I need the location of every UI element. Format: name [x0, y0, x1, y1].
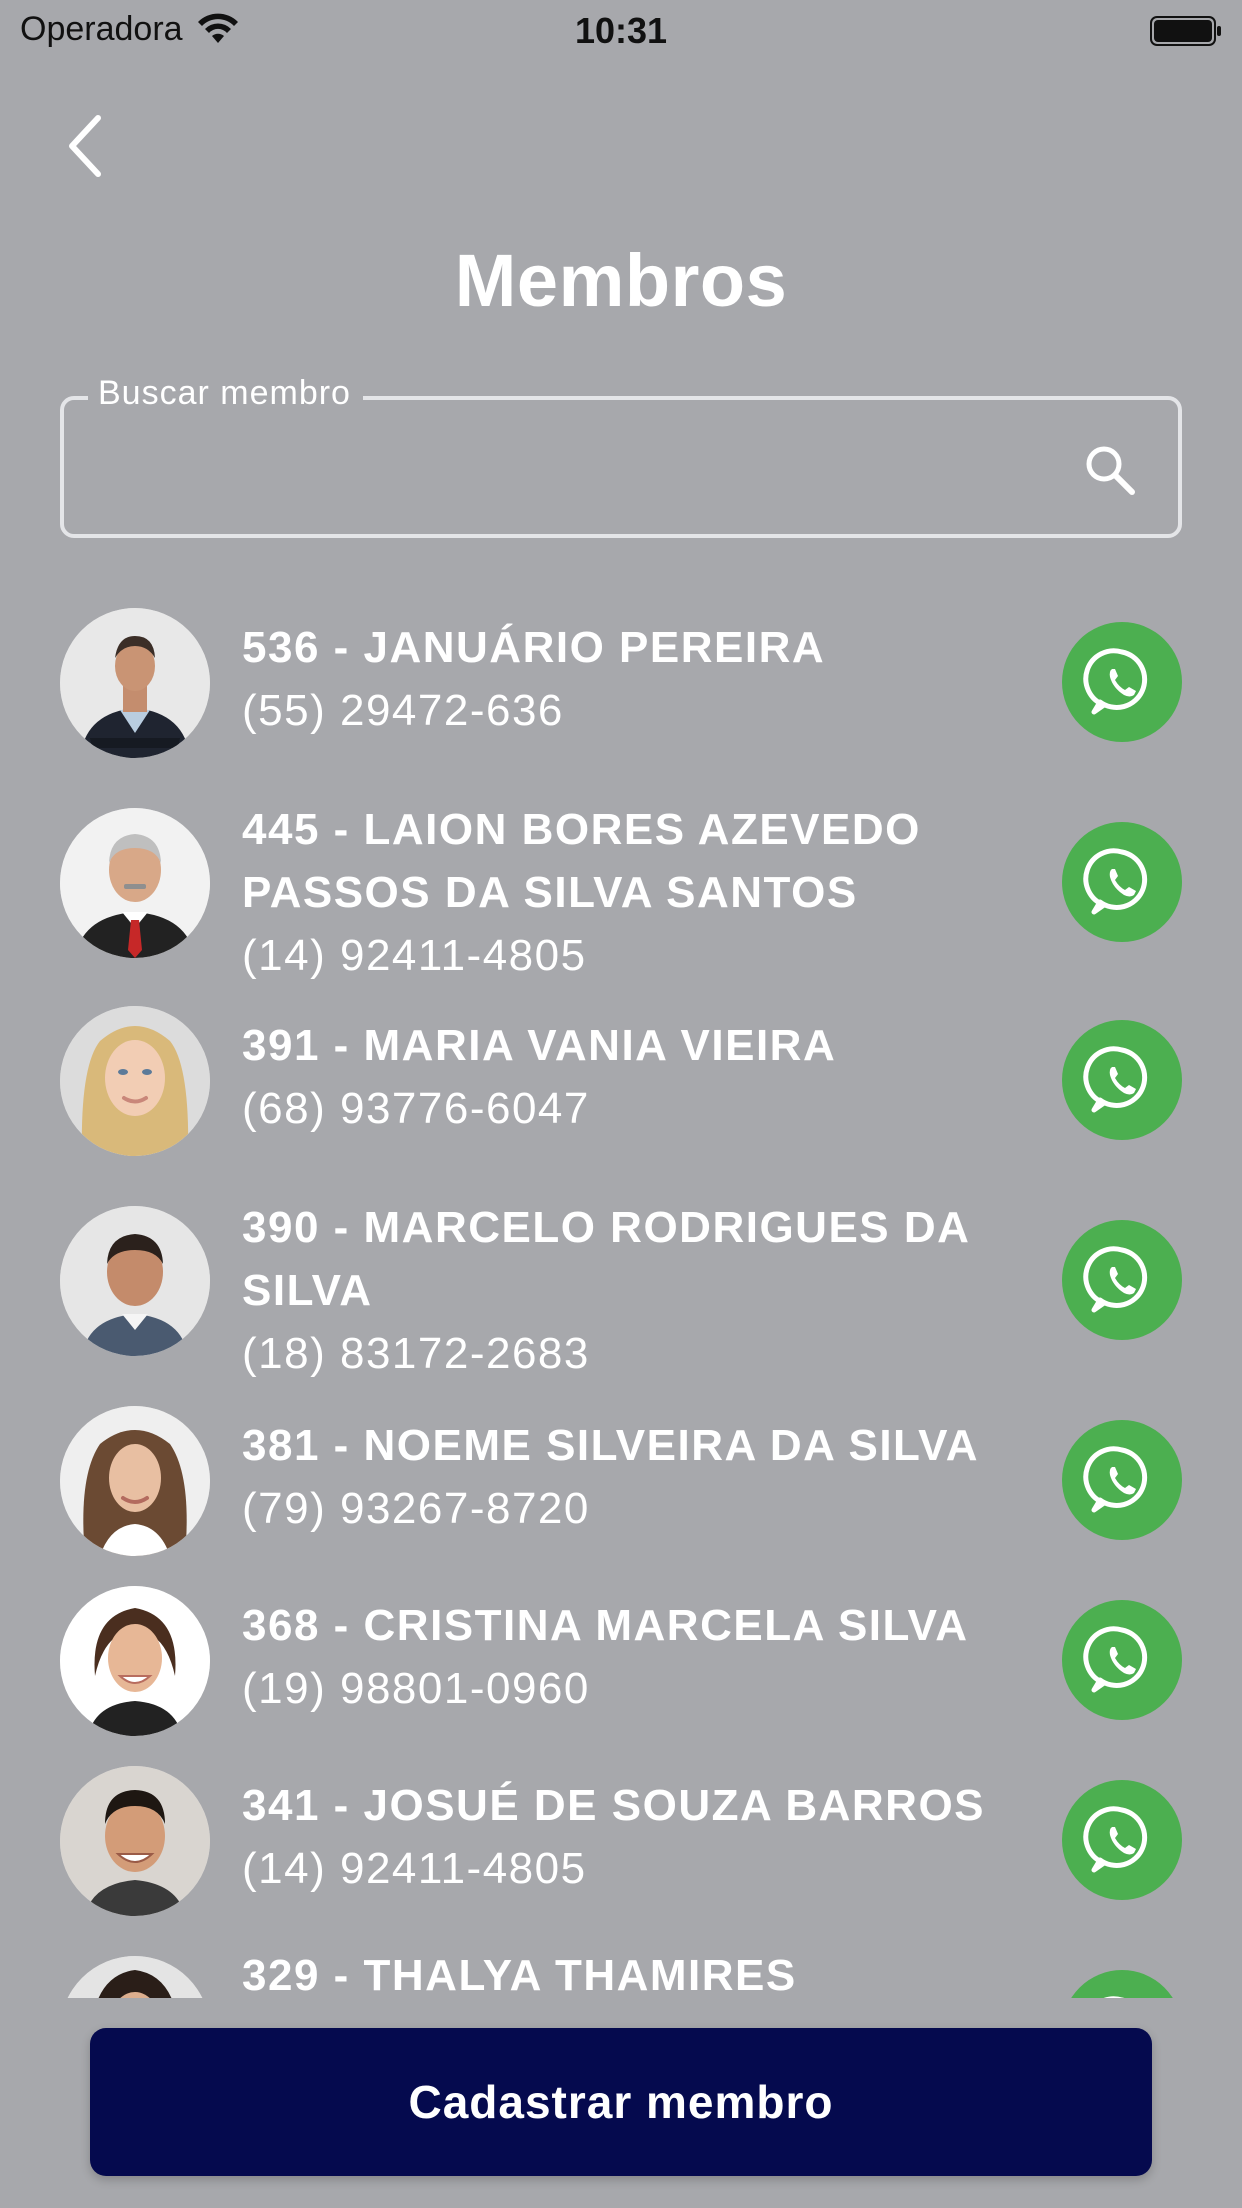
member-photo — [60, 1206, 210, 1356]
member-name: 445 - LAION BORES AZEVEDO PASSOS DA SILV… — [242, 805, 921, 917]
whatsapp-button[interactable] — [1062, 1970, 1182, 1998]
member-info: 390 - MARCELO RODRIGUES DA SILVA (18) 83… — [242, 1196, 1022, 1385]
member-name: 381 - NOEME SILVEIRA DA SILVA — [242, 1421, 980, 1470]
battery-icon — [1150, 16, 1221, 46]
member-photo — [60, 1956, 210, 1998]
avatar — [60, 808, 210, 958]
whatsapp-button[interactable] — [1062, 1220, 1182, 1340]
search-icon[interactable] — [1082, 442, 1138, 498]
member-photo — [60, 1766, 210, 1916]
member-info: 381 - NOEME SILVEIRA DA SILVA (79) 93267… — [242, 1414, 1022, 1540]
status-bar: Operadora 10:31 — [0, 0, 1242, 62]
members-screen: Operadora 10:31 Membros Buscar membro 53… — [0, 0, 1242, 2208]
whatsapp-icon — [1083, 1626, 1148, 1693]
member-name: 329 - THALYA THAMIRES — [242, 1951, 797, 1998]
whatsapp-button[interactable] — [1062, 1600, 1182, 1720]
member-info: 536 - JANUÁRIO PEREIRA (55) 29472-636 — [242, 616, 1022, 742]
member-phone: (79) 93267-8720 — [242, 1484, 590, 1533]
member-name: 341 - JOSUÉ DE SOUZA BARROS — [242, 1781, 986, 1830]
avatar — [60, 1006, 210, 1156]
whatsapp-icon — [1103, 1996, 1125, 1998]
search-input[interactable] — [94, 440, 1074, 500]
avatar — [60, 1956, 210, 1998]
whatsapp-icon — [1083, 1446, 1148, 1513]
avatar — [60, 1766, 210, 1916]
member-photo — [60, 608, 210, 758]
whatsapp-icon — [1083, 648, 1148, 715]
member-phone: (14) 92411-4805 — [242, 931, 587, 980]
whatsapp-button[interactable] — [1062, 822, 1182, 942]
member-phone: (18) 83172-2683 — [242, 1329, 590, 1378]
member-phone: (55) 29472-636 — [242, 686, 564, 735]
whatsapp-button[interactable] — [1062, 622, 1182, 742]
member-name: 536 - JANUÁRIO PEREIRA — [242, 623, 826, 672]
member-name: 368 - CRISTINA MARCELA SILVA — [242, 1601, 969, 1650]
whatsapp-button[interactable] — [1062, 1020, 1182, 1140]
member-name: 390 - MARCELO RODRIGUES DA SILVA — [242, 1203, 969, 1315]
member-photo — [60, 1406, 210, 1556]
whatsapp-button[interactable] — [1062, 1420, 1182, 1540]
member-info: 341 - JOSUÉ DE SOUZA BARROS (14) 92411-4… — [242, 1774, 1022, 1900]
whatsapp-icon — [1083, 1046, 1148, 1113]
whatsapp-icon — [1083, 1806, 1148, 1873]
back-button[interactable] — [54, 108, 114, 184]
member-photo — [60, 1586, 210, 1736]
whatsapp-icon — [1083, 1246, 1148, 1313]
whatsapp-button[interactable] — [1062, 1780, 1182, 1900]
member-info: 368 - CRISTINA MARCELA SILVA (19) 98801-… — [242, 1594, 1022, 1720]
member-phone: (68) 93776-6047 — [242, 1084, 590, 1133]
avatar — [60, 1586, 210, 1736]
register-member-button[interactable]: Cadastrar membro — [90, 2028, 1152, 2176]
member-phone: (19) 98801-0960 — [242, 1664, 590, 1713]
member-phone: (14) 92411-4805 — [242, 1844, 587, 1893]
avatar — [60, 1406, 210, 1556]
member-photo — [60, 808, 210, 958]
avatar — [60, 1206, 210, 1356]
member-photo — [60, 1006, 210, 1156]
member-name: 391 - MARIA VANIA VIEIRA — [242, 1021, 837, 1070]
page-title: Membros — [454, 239, 788, 322]
member-info: 391 - MARIA VANIA VIEIRA (68) 93776-6047 — [242, 1014, 1022, 1140]
chevron-left-icon — [69, 115, 101, 177]
status-time: 10:31 — [574, 10, 668, 51]
search-label: Buscar membro — [88, 374, 363, 413]
member-list[interactable]: 536 - JANUÁRIO PEREIRA (55) 29472-636 44… — [0, 568, 1242, 1998]
member-info: 329 - THALYA THAMIRES — [242, 1944, 1022, 1998]
whatsapp-icon — [1083, 848, 1148, 915]
avatar — [60, 608, 210, 758]
member-info: 445 - LAION BORES AZEVEDO PASSOS DA SILV… — [242, 798, 1022, 987]
search-field[interactable]: Buscar membro — [60, 374, 1182, 538]
